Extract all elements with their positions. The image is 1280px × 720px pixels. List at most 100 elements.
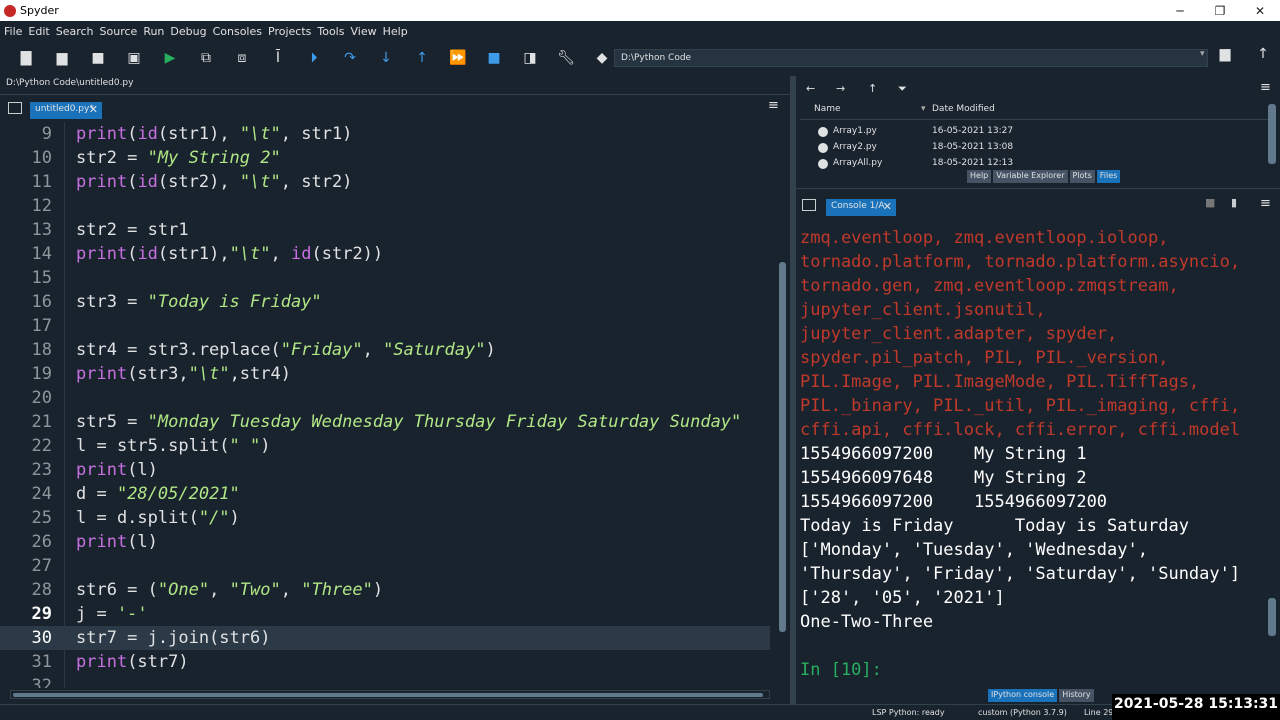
code-text: j = '-' [76,602,148,626]
builtin-token: print [76,172,128,192]
step-over-icon[interactable]: ↷ [332,45,368,71]
console-options-menu-icon[interactable]: ≡ [1260,196,1271,211]
run-cell-icon[interactable]: ⧉ [188,45,224,71]
column-name[interactable]: Name [814,104,841,114]
close-tab-icon[interactable]: ✕ [883,200,892,213]
stop-debug-icon[interactable]: ■ [476,45,512,71]
code-line[interactable]: 26 print(l) [0,530,770,554]
run-cell-advance-icon[interactable]: ⧈ [224,45,260,71]
code-line[interactable]: 24 d = "28/05/2021" [0,482,770,506]
parent-directory-icon[interactable]: ↑ [1250,46,1276,70]
code-line[interactable]: 20 [0,386,770,410]
tab-ipython-console[interactable]: IPython console [988,689,1058,702]
tab-files[interactable]: Files [1096,170,1121,183]
menu-debug[interactable]: Debug [170,25,206,38]
console-scrollbar[interactable] [1268,598,1276,636]
chevron-down-icon[interactable]: ▾ [1200,49,1208,67]
tab-console-1a[interactable]: Console 1/A ✕ [826,199,896,216]
preferences-wrench-icon[interactable]: 🔧︎ [548,45,584,71]
code-line[interactable]: 17 [0,314,770,338]
working-directory-input[interactable]: D:\Python Code [614,49,1208,67]
menu-consoles[interactable]: Consoles [213,25,262,38]
menu-tools[interactable]: Tools [317,25,344,38]
console-stderr-line: jupyter_client.adapter, spyder, [800,324,1118,344]
column-date-modified[interactable]: Date Modified [932,104,995,114]
scrollbar-thumb[interactable] [779,262,786,632]
files-scrollbar[interactable] [1268,104,1276,164]
code-line[interactable]: 13 str2 = str1 [0,218,770,242]
code-line[interactable]: 30 str7 = j.join(str6) [0,626,770,650]
code-line[interactable]: 9 print(id(str1), "\t", str1) [0,122,770,146]
back-arrow-icon[interactable]: ← [806,82,815,95]
files-options-menu-icon[interactable]: ≡ [1260,80,1271,95]
stop-kernel-icon[interactable]: ■ [1205,196,1215,209]
browse-folder-icon[interactable]: ▆ [1212,46,1238,70]
debug-icon[interactable]: ⏵ [296,45,332,71]
scrollbar-thumb[interactable] [13,693,763,697]
code-line[interactable]: 32 [0,674,770,688]
code-line[interactable]: 18 str4 = str3.replace("Friday", "Saturda… [0,338,770,362]
code-line[interactable]: 14 print(id(str1),"\t", id(str2)) [0,242,770,266]
menu-view[interactable]: View [350,25,376,38]
code-line[interactable]: 15 [0,266,770,290]
menu-search[interactable]: Search [56,25,94,38]
open-file-icon[interactable]: ▆ [44,45,80,71]
maximize-pane-icon[interactable]: ◨ [512,45,548,71]
menu-file[interactable]: File [4,25,22,38]
code-text: str4 = str3.replace("Friday", "Saturday"… [76,338,496,362]
code-line[interactable]: 12 [0,194,770,218]
editor-vertical-scrollbar[interactable] [778,124,788,690]
tab-history[interactable]: History [1059,689,1094,702]
tab-help[interactable]: Help [967,170,992,183]
code-line[interactable]: 19 print(str3,"\t",str4) [0,362,770,386]
file-row[interactable]: Array1.py 16-05-2021 13:27 [800,124,1270,140]
editor-options-menu-icon[interactable]: ≡ [768,98,779,113]
tab-plots[interactable]: Plots [1069,170,1095,183]
menu-edit[interactable]: Edit [28,25,49,38]
save-all-icon[interactable]: ▣ [116,45,152,71]
python-file-icon [818,159,828,169]
interpreter-status[interactable]: custom (Python 3.7.9) [978,708,1067,717]
file-row[interactable]: Array2.py 18-05-2021 13:08 [800,140,1270,156]
tab-variable-explorer[interactable]: Variable Explorer [993,170,1068,183]
code-line[interactable]: 25 l = d.split("/") [0,506,770,530]
code-line[interactable]: 31 print(str7) [0,650,770,674]
builtin-token: print [76,460,128,480]
code-line[interactable]: 29 j = '-' [0,602,770,626]
string-token: " " [229,436,261,456]
browse-tabs-icon[interactable] [802,199,816,211]
maximize-button[interactable]: ❐ [1200,4,1240,18]
menu-run[interactable]: Run [143,25,164,38]
code-editor[interactable]: 9 print(id(str1), "\t", str1) 10 str2 = "My… [0,122,770,688]
browse-tabs-icon[interactable] [8,102,22,114]
run-icon[interactable]: ▶ [152,45,188,71]
python-file-icon [818,143,828,153]
save-icon[interactable]: ■ [80,45,116,71]
code-line[interactable]: 21 str5 = "Monday Tuesday Wednesday Thurs… [0,410,770,434]
menu-projects[interactable]: Projects [268,25,311,38]
close-tab-icon[interactable]: ✕ [89,103,98,116]
code-line[interactable]: 22 l = str5.split(" ") [0,434,770,458]
step-return-icon[interactable]: ↑ [404,45,440,71]
tab-untitled0[interactable]: untitled0.py* ✕ [30,102,102,119]
new-file-icon[interactable]: ▇ [8,45,44,71]
code-line[interactable]: 23 print(l) [0,458,770,482]
menu-source[interactable]: Source [100,25,138,38]
code-line[interactable]: 16 str3 = "Today is Friday" [0,290,770,314]
code-line[interactable]: 11 print(id(str2), "\t", str2) [0,170,770,194]
clear-console-icon[interactable]: ▮ [1231,196,1237,209]
ipython-console[interactable]: zmq.eventloop, zmq.eventloop.ioloop, torn… [796,220,1266,685]
run-selection-icon[interactable]: Ī [260,45,296,71]
step-into-icon[interactable]: ↓ [368,45,404,71]
menu-help[interactable]: Help [383,25,408,38]
code-line[interactable]: 10 str2 = "My String 2" [0,146,770,170]
editor-horizontal-scrollbar[interactable] [10,690,770,699]
minimize-button[interactable]: ─ [1160,4,1200,18]
forward-arrow-icon[interactable]: → [836,82,845,95]
close-window-button[interactable]: ✕ [1240,4,1280,18]
filter-icon[interactable]: ⏷ [898,82,907,96]
code-line[interactable]: 27 [0,554,770,578]
code-line[interactable]: 28 str6 = ("One", "Two", "Three") [0,578,770,602]
continue-icon[interactable]: ⏩ [440,45,476,71]
up-arrow-icon[interactable]: ↑ [868,82,877,95]
